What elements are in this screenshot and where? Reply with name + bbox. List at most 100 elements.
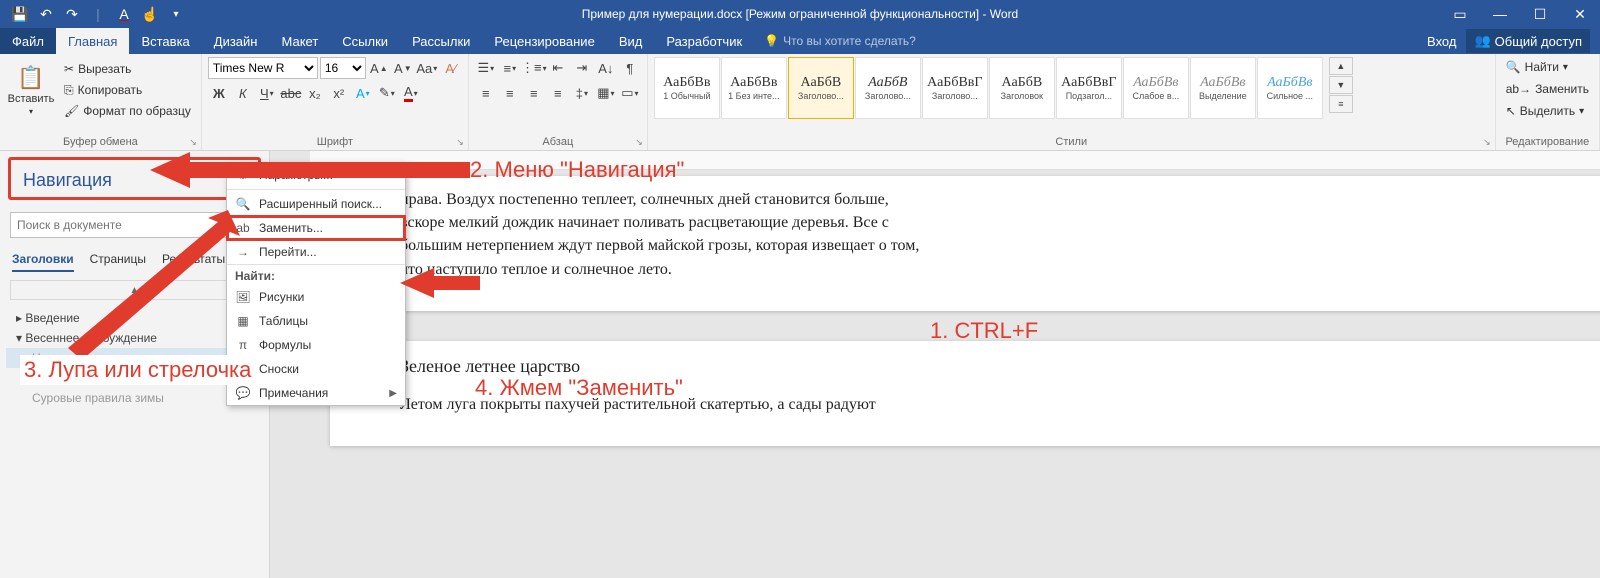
qat-customize-icon[interactable]: ▾ xyxy=(164,2,188,26)
bold-icon[interactable]: Ж xyxy=(208,82,230,104)
tab-file[interactable]: Файл xyxy=(0,28,56,54)
italic-icon[interactable]: К xyxy=(232,82,254,104)
tab-view[interactable]: Вид xyxy=(607,28,655,54)
align-left-icon[interactable]: ≡ xyxy=(475,82,497,104)
multilevel-icon[interactable]: ⋮≡▾ xyxy=(523,57,545,79)
style-item[interactable]: АаБбВв1 Обычный xyxy=(654,57,720,119)
minimize-icon[interactable]: — xyxy=(1480,0,1520,28)
borders-icon[interactable]: ▭▾ xyxy=(619,82,641,104)
nav-collapse-bar[interactable]: ▲ xyxy=(10,280,259,300)
indent-icon[interactable]: ⇥ xyxy=(571,57,593,79)
styles-dialog-icon[interactable]: ↘ xyxy=(1483,137,1491,148)
strike-icon[interactable]: abc xyxy=(280,82,302,104)
style-item[interactable]: АаБбВЗаголово... xyxy=(788,57,854,119)
redo-icon[interactable]: ↷ xyxy=(60,2,84,26)
bullets-icon[interactable]: ☰▾ xyxy=(475,57,497,79)
maximize-icon[interactable]: ☐ xyxy=(1520,0,1560,28)
tree-item[interactable]: ▾ Весеннее пробуждение xyxy=(6,328,263,348)
menu-goto[interactable]: →Перейти... xyxy=(227,240,405,264)
paste-button[interactable]: 📋 Вставить ▾ xyxy=(6,57,56,123)
change-case-icon[interactable]: Aa▾ xyxy=(416,57,438,79)
outdent-icon[interactable]: ⇤ xyxy=(547,57,569,79)
subscript-icon[interactable]: x₂ xyxy=(304,82,326,104)
share-button[interactable]: 👥 Общий доступ xyxy=(1466,29,1590,53)
menu-footnotes[interactable]: AB¹Сноски xyxy=(227,357,405,381)
tree-item[interactable]: Суровые правила зимы xyxy=(6,388,263,408)
menu-replace[interactable]: abЗаменить... xyxy=(227,216,405,240)
navigation-search-input[interactable] xyxy=(10,212,230,238)
numbering-icon[interactable]: ≡▾ xyxy=(499,57,521,79)
tree-item[interactable]: ▸ Введение xyxy=(6,308,263,328)
undo-icon[interactable]: ↶ xyxy=(34,2,58,26)
tab-references[interactable]: Ссылки xyxy=(330,28,400,54)
signin-link[interactable]: Вход xyxy=(1427,34,1456,49)
text-effects-icon[interactable]: A▾ xyxy=(352,82,374,104)
save-icon[interactable]: 💾 xyxy=(8,2,32,26)
underline-icon[interactable]: Ч▾ xyxy=(256,82,278,104)
menu-advanced-find[interactable]: 🔍Расширенный поиск... xyxy=(227,192,405,216)
clear-format-icon[interactable]: A⁄ xyxy=(440,57,462,79)
styles-down-icon[interactable]: ▼ xyxy=(1329,76,1353,94)
justify-icon[interactable]: ≡ xyxy=(547,82,569,104)
menu-pictures[interactable]: 🖼Рисунки xyxy=(227,285,405,309)
font-dialog-icon[interactable]: ↘ xyxy=(456,137,464,148)
shading-icon[interactable]: ▦▾ xyxy=(595,82,617,104)
tab-developer[interactable]: Разработчик xyxy=(654,28,754,54)
style-item[interactable]: АаБбВЗаголовок xyxy=(989,57,1055,119)
page-2[interactable]: Зеленое летнее царство Летом луга покрыт… xyxy=(330,341,1600,446)
line-spacing-icon[interactable]: ‡▾ xyxy=(571,82,593,104)
ruler[interactable] xyxy=(310,151,1600,170)
nav-tab-results[interactable]: Результаты xyxy=(162,252,225,272)
show-marks-icon[interactable]: ¶ xyxy=(619,57,641,79)
menu-tables[interactable]: ▦Таблицы xyxy=(227,309,405,333)
menu-options[interactable]: ⚙Параметры... xyxy=(227,163,405,187)
nav-tab-pages[interactable]: Страницы xyxy=(90,252,146,272)
style-item[interactable]: АаБбВвСильное ... xyxy=(1257,57,1323,119)
superscript-icon[interactable]: x² xyxy=(328,82,350,104)
touch-mode-icon[interactable]: ☝ xyxy=(138,2,162,26)
tab-layout[interactable]: Макет xyxy=(269,28,330,54)
font-size-combo[interactable]: 16 xyxy=(320,57,366,79)
font-color-icon[interactable]: A▾ xyxy=(400,82,422,104)
style-item[interactable]: АаБбВвГПодзагол... xyxy=(1056,57,1122,119)
tab-mailings[interactable]: Рассылки xyxy=(400,28,482,54)
menu-formulas[interactable]: πФормулы xyxy=(227,333,405,357)
paragraph-dialog-icon[interactable]: ↘ xyxy=(635,137,643,148)
page-1[interactable]: права. Воздух постепенно теплеет, солнеч… xyxy=(330,176,1600,311)
font-family-combo[interactable]: Times New R xyxy=(208,57,318,79)
find-button[interactable]: 🔍 Найти ▾ xyxy=(1502,57,1593,77)
tab-review[interactable]: Рецензирование xyxy=(482,28,606,54)
styles-up-icon[interactable]: ▲ xyxy=(1329,57,1353,75)
cut-button[interactable]: ✂ Вырезать xyxy=(60,59,195,79)
grow-font-icon[interactable]: A▲ xyxy=(368,57,390,79)
tell-me[interactable]: 💡 Что вы хотите сделать? xyxy=(764,34,916,48)
styles-more-icon[interactable]: ≡ xyxy=(1329,95,1353,113)
style-item[interactable]: АаБбВв1 Без инте... xyxy=(721,57,787,119)
style-item[interactable]: АаБбВвВыделение xyxy=(1190,57,1256,119)
sort-icon[interactable]: A↓ xyxy=(595,57,617,79)
tab-insert[interactable]: Вставка xyxy=(129,28,201,54)
style-item[interactable]: АаБбВвГЗаголово... xyxy=(922,57,988,119)
shrink-font-icon[interactable]: A▼ xyxy=(392,57,414,79)
body-text: Летом луга покрыты пахучей растительной … xyxy=(400,393,1600,416)
ribbon-options-icon[interactable]: ▭ xyxy=(1440,0,1480,28)
align-right-icon[interactable]: ≡ xyxy=(523,82,545,104)
clipboard-dialog-icon[interactable]: ↘ xyxy=(189,137,197,148)
replace-button[interactable]: ab→ Заменить xyxy=(1502,79,1593,99)
group-clipboard-label: Буфер обмена xyxy=(6,134,195,150)
tab-design[interactable]: Дизайн xyxy=(202,28,270,54)
format-painter-button[interactable]: 🖌 Формат по образцу xyxy=(60,101,195,121)
nav-tab-headings[interactable]: Заголовки xyxy=(12,252,74,272)
copy-button[interactable]: ⎘ Копировать xyxy=(60,80,195,100)
highlight-icon[interactable]: ✎▾ xyxy=(376,82,398,104)
close-icon[interactable]: ✕ xyxy=(1560,0,1600,28)
menu-comments[interactable]: 💬Примечания▶ xyxy=(227,381,405,405)
style-item[interactable]: АаБбВЗаголово... xyxy=(855,57,921,119)
align-center-icon[interactable]: ≡ xyxy=(499,82,521,104)
select-button[interactable]: ↖ Выделить ▾ xyxy=(1502,101,1593,121)
style-item[interactable]: АаБбВвСлабое в... xyxy=(1123,57,1189,119)
tree-item[interactable]: Наступила оттепель xyxy=(6,348,263,368)
font-color-icon[interactable]: A xyxy=(112,2,136,26)
tree-item[interactable]: Хмурая осень xyxy=(6,368,263,388)
tab-home[interactable]: Главная xyxy=(56,28,129,54)
